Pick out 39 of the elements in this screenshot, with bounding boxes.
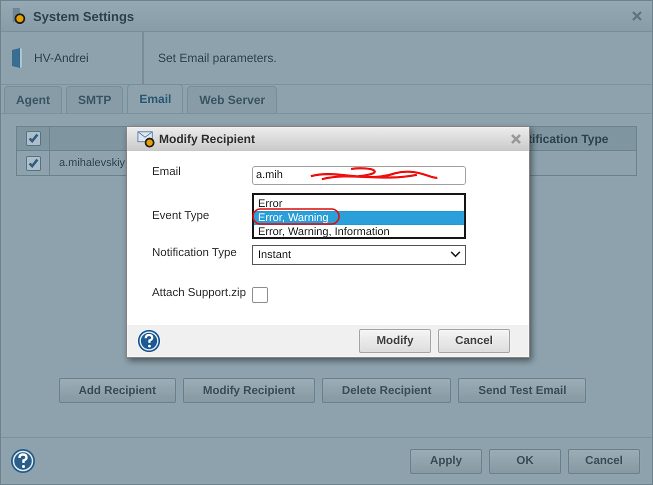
checkbox[interactable]	[26, 131, 40, 146]
footer-button[interactable]: Cancel	[568, 448, 640, 474]
list-option[interactable]: Error	[254, 196, 464, 211]
host-name: HV-Andrei	[34, 51, 89, 65]
field-label: Attach Support.zip	[152, 286, 247, 299]
close-icon[interactable]	[632, 11, 642, 21]
chevron-down-icon	[450, 251, 461, 258]
list-option[interactable]: Error, Warning	[254, 210, 464, 225]
help-icon[interactable]	[10, 448, 36, 474]
tab[interactable]: SMTP	[66, 86, 124, 113]
field-label: Email	[152, 164, 182, 178]
action-button[interactable]: Add Recipient	[58, 378, 176, 403]
server-icon	[11, 47, 23, 69]
dialog-button[interactable]: Cancel	[438, 328, 510, 353]
field-label: Notification Type	[152, 246, 238, 259]
footer-button[interactable]: Apply	[410, 448, 482, 474]
action-button[interactable]: Modify Recipient	[182, 378, 315, 403]
event-type-listbox[interactable]: Error Error, Warning Error, Warning, Information	[252, 192, 466, 239]
column-header: tification Type	[528, 132, 608, 146]
field-label: Event Type	[152, 208, 210, 222]
tab[interactable]: Agent	[4, 86, 62, 113]
dialog-button[interactable]: Modify	[359, 328, 431, 353]
close-icon[interactable]	[511, 134, 521, 144]
checkbox[interactable]	[252, 286, 268, 303]
help-icon[interactable]	[137, 328, 161, 353]
window-title: System Settings	[33, 8, 136, 24]
tab[interactable]: Web Server	[187, 86, 278, 113]
dialog-title: Modify Recipient	[159, 132, 256, 146]
tab[interactable]: Email	[127, 84, 184, 113]
list-option[interactable]: Error, Warning, Information	[254, 224, 464, 239]
checkbox[interactable]	[26, 156, 40, 170]
notification-type-select[interactable]: Instant	[252, 244, 466, 265]
table-cell-text: a.mihalevskiy	[58, 157, 126, 169]
envelope-icon	[137, 130, 155, 148]
action-button[interactable]: Delete Recipient	[322, 378, 452, 403]
footer-button[interactable]: OK	[489, 448, 561, 474]
email-field[interactable]: a.mih	[252, 166, 466, 185]
action-button[interactable]: Send Test Email	[458, 378, 586, 403]
page-description: Set Email parameters.	[157, 50, 277, 67]
